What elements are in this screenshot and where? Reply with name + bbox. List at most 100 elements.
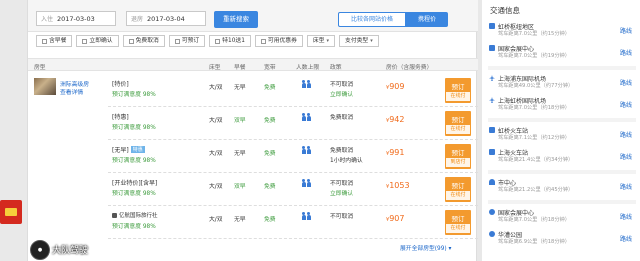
col-breakfast: 早餐	[234, 65, 246, 71]
filter-10-plus-1[interactable]: 特10送1	[209, 35, 251, 47]
route-link[interactable]: 路线	[620, 100, 632, 109]
people-icon	[302, 112, 312, 123]
filter-breakfast[interactable]: 含早餐	[36, 35, 73, 47]
section-divider	[488, 66, 636, 70]
offer-price: ¥942	[386, 115, 405, 124]
show-all-rooms-link[interactable]: 展开全部房型(99) ▾	[400, 243, 451, 252]
checkin-label: 入住	[41, 16, 54, 23]
red-promo-icon[interactable]	[0, 200, 22, 224]
filter-free-cancel[interactable]: 免费取消	[122, 35, 165, 47]
price-value: 942	[389, 115, 405, 124]
pay-type-label: 在线付	[446, 191, 470, 200]
traffic-title: 交通信息	[490, 6, 520, 15]
compare-sites-button[interactable]: 比较各网站价格	[338, 12, 406, 27]
price-value: 909	[389, 82, 405, 91]
route-link[interactable]: 路线	[620, 130, 632, 139]
route-link[interactable]: 路线	[620, 182, 632, 191]
train-icon	[489, 45, 495, 51]
book-button[interactable]: 预订 在线付	[445, 111, 471, 136]
traffic-item: 上海火车站 驾车距离21.4公里（约34分钟） 路线	[488, 148, 636, 170]
traffic-item: 华漕公园 驾车距离6.9公里（约18分钟） 路线	[488, 230, 636, 252]
filter-coupon[interactable]: 可用优惠券	[254, 35, 303, 47]
pay-type-label: 在线付	[446, 92, 470, 101]
book-button[interactable]: 预订 在线付	[445, 210, 471, 235]
offer-policy: 免费取消	[330, 115, 354, 121]
offer-price: ¥909	[386, 82, 405, 91]
section-divider	[488, 200, 636, 204]
subway-icon	[489, 231, 495, 237]
route-link[interactable]: 路线	[620, 152, 632, 161]
offer-price: ¥1053	[386, 181, 410, 190]
room-thumbnail[interactable]	[34, 78, 56, 95]
traffic-distance: 驾车距离7.1公里（约12分钟）	[498, 135, 570, 141]
traffic-distance: 驾车距离7.0公里（约18分钟）	[498, 217, 570, 223]
people-icon	[302, 145, 312, 156]
offer-price: ¥991	[386, 148, 405, 157]
pay-type-label: 在线付	[446, 125, 470, 134]
section-divider	[488, 118, 636, 122]
book-label: 预订	[451, 116, 465, 124]
checkin-field[interactable]: 入住 2017-03-03	[36, 11, 116, 26]
filter-bookable[interactable]: 可预订	[168, 35, 206, 47]
train-icon	[489, 149, 495, 155]
col-wifi: 宽带	[264, 65, 276, 71]
offer-breakfast: 无早	[234, 85, 246, 91]
offer-bed: 大/双	[209, 118, 223, 124]
book-button[interactable]: 预订 到店付	[445, 144, 471, 169]
price-value: 1053	[389, 181, 410, 190]
traffic-item: 虹桥枢纽地区 驾车距离7.0公里（约15分钟） 路线	[488, 22, 636, 44]
filter-payment-dropdown[interactable]: 支付类型 ▾	[339, 35, 379, 47]
offer-wifi: 免费	[264, 85, 276, 91]
offer-policy: 不可取消	[330, 181, 354, 187]
offer-bed: 大/双	[209, 184, 223, 190]
filter-label: 床型	[312, 38, 325, 44]
book-label: 预订	[451, 149, 465, 157]
checkbox-icon	[82, 38, 88, 44]
traffic-distance: 驾车距离7.0公里（约19分钟）	[498, 53, 570, 59]
room-detail-link[interactable]: 查看详情	[60, 87, 83, 96]
people-icon	[302, 79, 312, 90]
offer-satisfaction: 预订满意度 98%	[112, 92, 156, 98]
research-button[interactable]: 重新搜索	[214, 11, 258, 28]
more-link-label: 展开全部房型(99)	[400, 246, 447, 252]
checkin-date: 2017-03-03	[57, 14, 95, 23]
route-link[interactable]: 路线	[620, 212, 632, 221]
offer-confirm: 立即确认	[330, 92, 354, 98]
filter-label: 支付类型	[345, 38, 369, 44]
book-button[interactable]: 预订 在线付	[445, 78, 471, 103]
traffic-distance: 驾车距离21.4公里（约34分钟）	[498, 157, 574, 163]
col-policy: 政策	[330, 65, 342, 71]
city-icon	[489, 179, 495, 185]
route-link[interactable]: 路线	[620, 234, 632, 243]
route-link[interactable]: 路线	[620, 26, 632, 35]
traffic-item: 上海浦东国际机场 驾车距离49.0公里（约77分钟） 路线	[488, 74, 636, 96]
offer-wifi: 免费	[264, 151, 276, 157]
book-button[interactable]: 预订 在线付	[445, 177, 471, 202]
col-room-type: 房型	[34, 65, 46, 71]
offer-row: 亿航国际旅行社 预订满意度 98% 大/双 无早 免费 不可取消 ¥907 预订…	[108, 206, 478, 239]
checkbox-icon	[215, 38, 221, 44]
ctrip-price-button[interactable]: 携程价	[406, 12, 448, 27]
filter-label: 立即确认	[89, 38, 113, 44]
route-link[interactable]: 路线	[620, 78, 632, 87]
route-link[interactable]: 路线	[620, 48, 632, 57]
date-search-bar: 入住 2017-03-03 退房 2017-03-04 重新搜索 比较各网站价格…	[28, 0, 478, 32]
video-watermark: ● 大队驾驶	[28, 238, 108, 261]
checkbox-icon	[128, 38, 134, 44]
offer-satisfaction: 预订满意度 98%	[112, 191, 156, 197]
room-list-panel: 入住 2017-03-03 退房 2017-03-04 重新搜索 比较各网站价格…	[27, 0, 478, 261]
offer-breakfast: 无早	[234, 217, 246, 223]
traffic-item: 虹桥火车站 驾车距离7.1公里（约12分钟） 路线	[488, 126, 636, 148]
filter-label: 可用优惠券	[267, 38, 297, 44]
offer-wifi: 免费	[264, 184, 276, 190]
filter-label: 免费取消	[135, 38, 159, 44]
watermark-text: 大队驾驶	[52, 246, 89, 256]
offer-breakfast: 无早	[234, 151, 246, 157]
offer-title: [特价]	[112, 81, 129, 88]
train-icon	[489, 127, 495, 133]
offer-row: [无早] 特惠 预订满意度 98% 大/双 无早 免费 免费取消 1小时内确认 ¥…	[108, 140, 478, 173]
filter-bed-dropdown[interactable]: 床型 ▾	[306, 35, 336, 47]
agency-name: 亿航国际旅行社	[112, 211, 158, 219]
filter-instant-confirm[interactable]: 立即确认	[76, 35, 119, 47]
checkout-field[interactable]: 退房 2017-03-04	[126, 11, 206, 26]
